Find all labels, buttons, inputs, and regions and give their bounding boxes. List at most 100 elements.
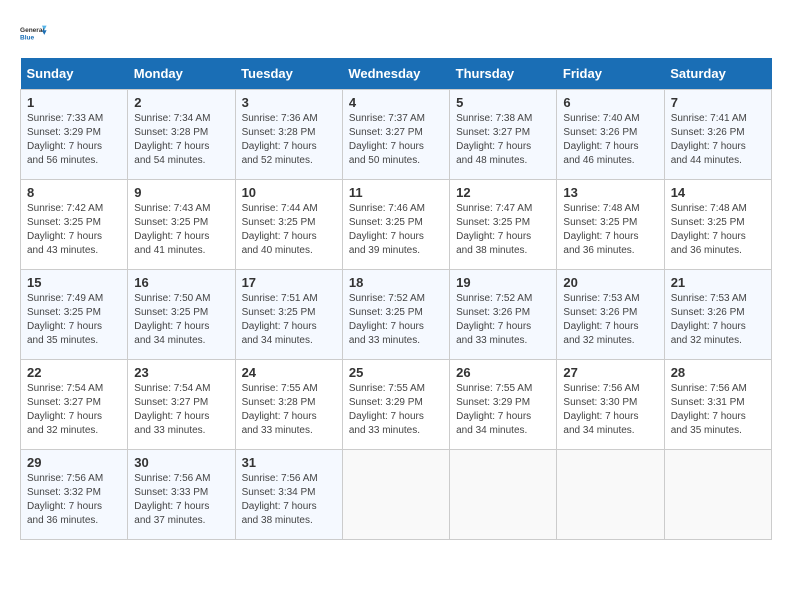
day-info: Sunrise: 7:56 AMSunset: 3:33 PMDaylight:… bbox=[134, 472, 228, 528]
calendar-cell: 17 Sunrise: 7:51 AMSunset: 3:25 PMDayligh… bbox=[235, 270, 342, 360]
day-number: 17 bbox=[242, 275, 336, 290]
day-number: 5 bbox=[456, 95, 550, 110]
day-number: 22 bbox=[27, 365, 121, 380]
day-number: 21 bbox=[671, 275, 765, 290]
calendar-cell: 29 Sunrise: 7:56 AMSunset: 3:32 PMDayligh… bbox=[21, 450, 128, 540]
day-number: 4 bbox=[349, 95, 443, 110]
calendar-week-4: 22 Sunrise: 7:54 AMSunset: 3:27 PMDayligh… bbox=[21, 360, 772, 450]
day-number: 28 bbox=[671, 365, 765, 380]
day-number: 2 bbox=[134, 95, 228, 110]
day-number: 8 bbox=[27, 185, 121, 200]
calendar-cell: 24Sunrise: 7:55 AMSunset: 3:28 PMDayligh… bbox=[235, 360, 342, 450]
calendar-cell: 30 Sunrise: 7:56 AMSunset: 3:33 PMDayligh… bbox=[128, 450, 235, 540]
calendar-cell: 1Sunrise: 7:33 AMSunset: 3:29 PMDaylight… bbox=[21, 90, 128, 180]
day-header-friday: Friday bbox=[557, 58, 664, 90]
day-number: 20 bbox=[563, 275, 657, 290]
calendar-table: SundayMondayTuesdayWednesdayThursdayFrid… bbox=[20, 58, 772, 540]
day-info: Sunrise: 7:43 AMSunset: 3:25 PMDaylight:… bbox=[134, 202, 228, 258]
day-info: Sunrise: 7:40 AMSunset: 3:26 PMDaylight:… bbox=[563, 112, 657, 168]
calendar-cell: 22 Sunrise: 7:54 AMSunset: 3:27 PMDayligh… bbox=[21, 360, 128, 450]
calendar-cell: 16Sunrise: 7:50 AMSunset: 3:25 PMDayligh… bbox=[128, 270, 235, 360]
day-number: 6 bbox=[563, 95, 657, 110]
day-info: Sunrise: 7:38 AMSunset: 3:27 PMDaylight:… bbox=[456, 112, 550, 168]
calendar-cell: 15 Sunrise: 7:49 AMSunset: 3:25 PMDayligh… bbox=[21, 270, 128, 360]
day-header-thursday: Thursday bbox=[450, 58, 557, 90]
day-number: 12 bbox=[456, 185, 550, 200]
day-info: Sunrise: 7:55 AMSunset: 3:29 PMDaylight:… bbox=[349, 382, 443, 438]
day-header-saturday: Saturday bbox=[664, 58, 771, 90]
days-header-row: SundayMondayTuesdayWednesdayThursdayFrid… bbox=[21, 58, 772, 90]
day-number: 27 bbox=[563, 365, 657, 380]
day-info: Sunrise: 7:48 AMSunset: 3:25 PMDaylight:… bbox=[563, 202, 657, 258]
day-info: Sunrise: 7:37 AMSunset: 3:27 PMDaylight:… bbox=[349, 112, 443, 168]
day-header-wednesday: Wednesday bbox=[342, 58, 449, 90]
calendar-cell: 10 Sunrise: 7:44 AMSunset: 3:25 PMDayligh… bbox=[235, 180, 342, 270]
day-info: Sunrise: 7:55 AMSunset: 3:29 PMDaylight:… bbox=[456, 382, 550, 438]
calendar-cell: 21Sunrise: 7:53 AMSunset: 3:26 PMDayligh… bbox=[664, 270, 771, 360]
day-number: 11 bbox=[349, 185, 443, 200]
svg-text:General: General bbox=[20, 27, 44, 34]
calendar-cell: 5 Sunrise: 7:38 AMSunset: 3:27 PMDaylight… bbox=[450, 90, 557, 180]
calendar-cell: 18Sunrise: 7:52 AMSunset: 3:25 PMDayligh… bbox=[342, 270, 449, 360]
calendar-cell: 23 Sunrise: 7:54 AMSunset: 3:27 PMDayligh… bbox=[128, 360, 235, 450]
calendar-week-2: 8Sunrise: 7:42 AMSunset: 3:25 PMDaylight… bbox=[21, 180, 772, 270]
day-number: 30 bbox=[134, 455, 228, 470]
day-number: 16 bbox=[134, 275, 228, 290]
day-header-monday: Monday bbox=[128, 58, 235, 90]
day-number: 29 bbox=[27, 455, 121, 470]
day-info: Sunrise: 7:51 AMSunset: 3:25 PMDaylight:… bbox=[242, 292, 336, 348]
day-info: Sunrise: 7:56 AMSunset: 3:31 PMDaylight:… bbox=[671, 382, 765, 438]
day-info: Sunrise: 7:54 AMSunset: 3:27 PMDaylight:… bbox=[134, 382, 228, 438]
calendar-week-3: 15 Sunrise: 7:49 AMSunset: 3:25 PMDayligh… bbox=[21, 270, 772, 360]
calendar-cell: 9 Sunrise: 7:43 AMSunset: 3:25 PMDaylight… bbox=[128, 180, 235, 270]
calendar-week-5: 29 Sunrise: 7:56 AMSunset: 3:32 PMDayligh… bbox=[21, 450, 772, 540]
calendar-cell: 4 Sunrise: 7:37 AMSunset: 3:27 PMDaylight… bbox=[342, 90, 449, 180]
logo-icon: GeneralBlue bbox=[20, 20, 48, 48]
day-number: 9 bbox=[134, 185, 228, 200]
calendar-cell: 26 Sunrise: 7:55 AMSunset: 3:29 PMDayligh… bbox=[450, 360, 557, 450]
day-info: Sunrise: 7:41 AMSunset: 3:26 PMDaylight:… bbox=[671, 112, 765, 168]
day-number: 23 bbox=[134, 365, 228, 380]
day-info: Sunrise: 7:33 AMSunset: 3:29 PMDaylight:… bbox=[27, 112, 121, 168]
calendar-cell: 27 Sunrise: 7:56 AMSunset: 3:30 PMDayligh… bbox=[557, 360, 664, 450]
day-number: 7 bbox=[671, 95, 765, 110]
day-info: Sunrise: 7:53 AMSunset: 3:26 PMDaylight:… bbox=[563, 292, 657, 348]
day-info: Sunrise: 7:55 AMSunset: 3:28 PMDaylight:… bbox=[242, 382, 336, 438]
day-number: 19 bbox=[456, 275, 550, 290]
day-number: 25 bbox=[349, 365, 443, 380]
day-number: 31 bbox=[242, 455, 336, 470]
day-info: Sunrise: 7:54 AMSunset: 3:27 PMDaylight:… bbox=[27, 382, 121, 438]
calendar-cell: 6 Sunrise: 7:40 AMSunset: 3:26 PMDaylight… bbox=[557, 90, 664, 180]
calendar-cell: 14 Sunrise: 7:48 AMSunset: 3:25 PMDayligh… bbox=[664, 180, 771, 270]
day-info: Sunrise: 7:46 AMSunset: 3:25 PMDaylight:… bbox=[349, 202, 443, 258]
day-number: 14 bbox=[671, 185, 765, 200]
page-header: GeneralBlue bbox=[20, 20, 772, 48]
day-info: Sunrise: 7:34 AMSunset: 3:28 PMDaylight:… bbox=[134, 112, 228, 168]
calendar-cell: 19Sunrise: 7:52 AMSunset: 3:26 PMDayligh… bbox=[450, 270, 557, 360]
calendar-cell: 2 Sunrise: 7:34 AMSunset: 3:28 PMDaylight… bbox=[128, 90, 235, 180]
day-number: 3 bbox=[242, 95, 336, 110]
day-number: 10 bbox=[242, 185, 336, 200]
calendar-cell: 11 Sunrise: 7:46 AMSunset: 3:25 PMDayligh… bbox=[342, 180, 449, 270]
day-info: Sunrise: 7:44 AMSunset: 3:25 PMDaylight:… bbox=[242, 202, 336, 258]
calendar-week-1: 1Sunrise: 7:33 AMSunset: 3:29 PMDaylight… bbox=[21, 90, 772, 180]
day-info: Sunrise: 7:49 AMSunset: 3:25 PMDaylight:… bbox=[27, 292, 121, 348]
day-info: Sunrise: 7:48 AMSunset: 3:25 PMDaylight:… bbox=[671, 202, 765, 258]
calendar-cell: 31 Sunrise: 7:56 AMSunset: 3:34 PMDayligh… bbox=[235, 450, 342, 540]
calendar-cell: 13 Sunrise: 7:48 AMSunset: 3:25 PMDayligh… bbox=[557, 180, 664, 270]
calendar-cell: 25 Sunrise: 7:55 AMSunset: 3:29 PMDayligh… bbox=[342, 360, 449, 450]
day-info: Sunrise: 7:56 AMSunset: 3:34 PMDaylight:… bbox=[242, 472, 336, 528]
day-number: 15 bbox=[27, 275, 121, 290]
calendar-cell bbox=[664, 450, 771, 540]
day-info: Sunrise: 7:36 AMSunset: 3:28 PMDaylight:… bbox=[242, 112, 336, 168]
calendar-cell bbox=[557, 450, 664, 540]
calendar-cell: 3 Sunrise: 7:36 AMSunset: 3:28 PMDaylight… bbox=[235, 90, 342, 180]
day-header-sunday: Sunday bbox=[21, 58, 128, 90]
day-header-tuesday: Tuesday bbox=[235, 58, 342, 90]
day-number: 26 bbox=[456, 365, 550, 380]
day-info: Sunrise: 7:56 AMSunset: 3:32 PMDaylight:… bbox=[27, 472, 121, 528]
day-number: 13 bbox=[563, 185, 657, 200]
calendar-cell: 7 Sunrise: 7:41 AMSunset: 3:26 PMDaylight… bbox=[664, 90, 771, 180]
calendar-cell: 8Sunrise: 7:42 AMSunset: 3:25 PMDaylight… bbox=[21, 180, 128, 270]
day-info: Sunrise: 7:56 AMSunset: 3:30 PMDaylight:… bbox=[563, 382, 657, 438]
